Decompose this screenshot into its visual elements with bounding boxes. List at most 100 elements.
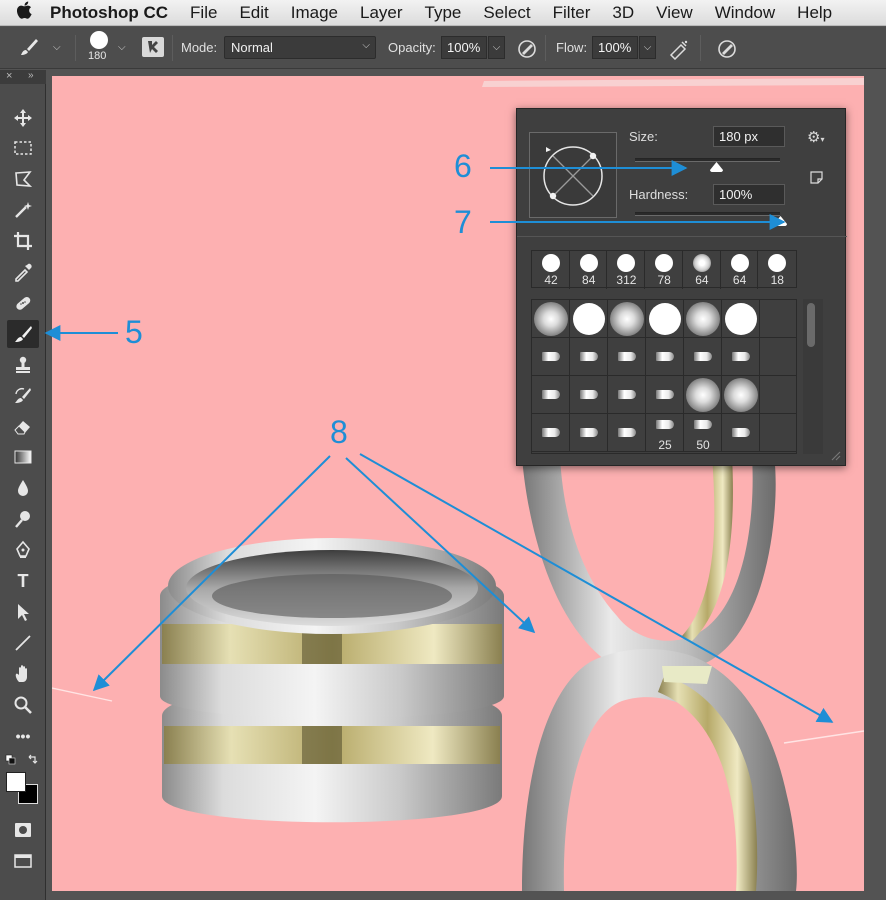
recent-brush[interactable]: 42 [532,251,570,289]
type-tool[interactable]: T [7,567,39,595]
size-slider-thumb[interactable] [709,162,723,172]
edit-toolbar-button[interactable]: ••• [7,722,39,750]
opacity-field[interactable]: 100% [441,36,487,59]
chevron-down-icon[interactable]: ⌵ [53,42,61,53]
brush-preset[interactable] [608,376,646,414]
brush-preset[interactable] [608,414,646,452]
presets-scrollbar[interactable] [803,299,823,454]
lasso-tool[interactable] [7,165,39,193]
brush-preset[interactable] [684,300,722,338]
history-brush-tool[interactable] [7,382,39,410]
scrollbar-thumb[interactable] [807,303,815,347]
brush-panel-toggle-icon[interactable] [142,37,164,57]
collapse-icon[interactable]: » [28,70,34,81]
brush-preset[interactable] [532,338,570,376]
hardness-slider-thumb[interactable] [773,216,787,226]
pressure-size-icon[interactable] [716,38,738,60]
flow-dropdown[interactable]: ⌵ [639,36,656,59]
brush-tool[interactable] [7,320,39,348]
crop-tool[interactable] [7,227,39,255]
gradient-tool[interactable] [7,443,39,471]
menu-layer[interactable]: Layer [360,3,403,23]
brush-preset[interactable] [570,376,608,414]
size-slider[interactable] [635,158,780,172]
magic-wand-tool[interactable] [7,196,39,224]
menu-view[interactable]: View [656,3,693,23]
recent-brush[interactable]: 84 [570,251,608,289]
brush-preset[interactable]: 25 [646,414,684,452]
recent-brush[interactable]: 78 [645,251,683,289]
menu-select[interactable]: Select [483,3,530,23]
foreground-background-colors[interactable] [6,772,40,808]
quick-mask-button[interactable] [7,816,39,844]
marquee-tool[interactable] [7,134,39,162]
menu-image[interactable]: Image [291,3,338,23]
pressure-opacity-icon[interactable] [516,38,538,60]
tool-preset-picker[interactable] [18,36,46,60]
menu-filter[interactable]: Filter [553,3,591,23]
brush-preset[interactable] [532,300,570,338]
line-tool[interactable] [7,629,39,657]
size-field[interactable]: 180 px [713,126,785,147]
eraser-tool[interactable] [7,412,39,440]
menu-help[interactable]: Help [797,3,832,23]
brush-preset[interactable] [722,300,760,338]
recent-brush[interactable]: 64 [683,251,721,289]
recent-brush[interactable]: 64 [721,251,759,289]
healing-brush-tool[interactable] [7,289,39,317]
brush-preset[interactable]: 50 [684,414,722,452]
brush-preset[interactable] [532,376,570,414]
apple-menu-icon[interactable] [0,1,50,24]
brush-preset[interactable] [570,300,608,338]
zoom-tool[interactable] [7,691,39,719]
brush-preset[interactable] [646,376,684,414]
brush-preset[interactable] [722,414,760,452]
brush-preset[interactable] [760,376,796,414]
chevron-down-icon[interactable]: ⌵ [118,42,126,53]
recent-brush[interactable]: 312 [607,251,646,289]
eyedropper-tool[interactable] [7,258,39,286]
brush-preset[interactable] [570,338,608,376]
foreground-color-swatch[interactable] [6,772,26,792]
move-tool[interactable] [7,104,39,132]
app-name-menu[interactable]: Photoshop CC [50,3,168,23]
menu-file[interactable]: File [190,3,217,23]
resize-grip-icon[interactable] [829,449,841,461]
brush-preset[interactable] [608,300,646,338]
brush-preset[interactable] [760,414,796,452]
hardness-slider[interactable] [635,212,787,226]
brush-preset[interactable] [570,414,608,452]
clone-stamp-tool[interactable] [7,351,39,379]
dodge-tool[interactable] [7,505,39,533]
gear-icon[interactable]: ⚙▾ [807,128,824,146]
brush-preset[interactable] [646,338,684,376]
brush-preset[interactable] [722,376,760,414]
brush-preset[interactable] [684,376,722,414]
brush-preset[interactable] [722,338,760,376]
path-selection-tool[interactable] [7,598,39,626]
brush-preset[interactable] [760,338,796,376]
pen-tool[interactable] [7,536,39,564]
brush-preset[interactable] [532,414,570,452]
brush-preset[interactable] [684,338,722,376]
new-preset-icon[interactable] [810,171,823,184]
menu-edit[interactable]: Edit [239,3,268,23]
opacity-dropdown[interactable]: ⌵ [488,36,505,59]
blend-mode-select[interactable]: Normal ⌵ [224,36,376,59]
brush-preset[interactable] [608,338,646,376]
hand-tool[interactable] [7,660,39,688]
brush-angle-preview[interactable] [529,132,617,218]
blur-tool[interactable] [7,474,39,502]
brush-preset[interactable] [760,300,796,338]
recent-brush[interactable]: 18 [758,251,796,289]
airbrush-icon[interactable] [668,38,690,61]
flow-field[interactable]: 100% [592,36,638,59]
menu-3d[interactable]: 3D [612,3,634,23]
menu-type[interactable]: Type [425,3,462,23]
menu-window[interactable]: Window [715,3,775,23]
screen-mode-button[interactable] [7,847,39,875]
brush-preset[interactable] [646,300,684,338]
close-icon[interactable]: × [6,70,12,82]
hardness-field[interactable]: 100% [713,184,785,205]
brush-preset-preview[interactable] [90,31,108,49]
